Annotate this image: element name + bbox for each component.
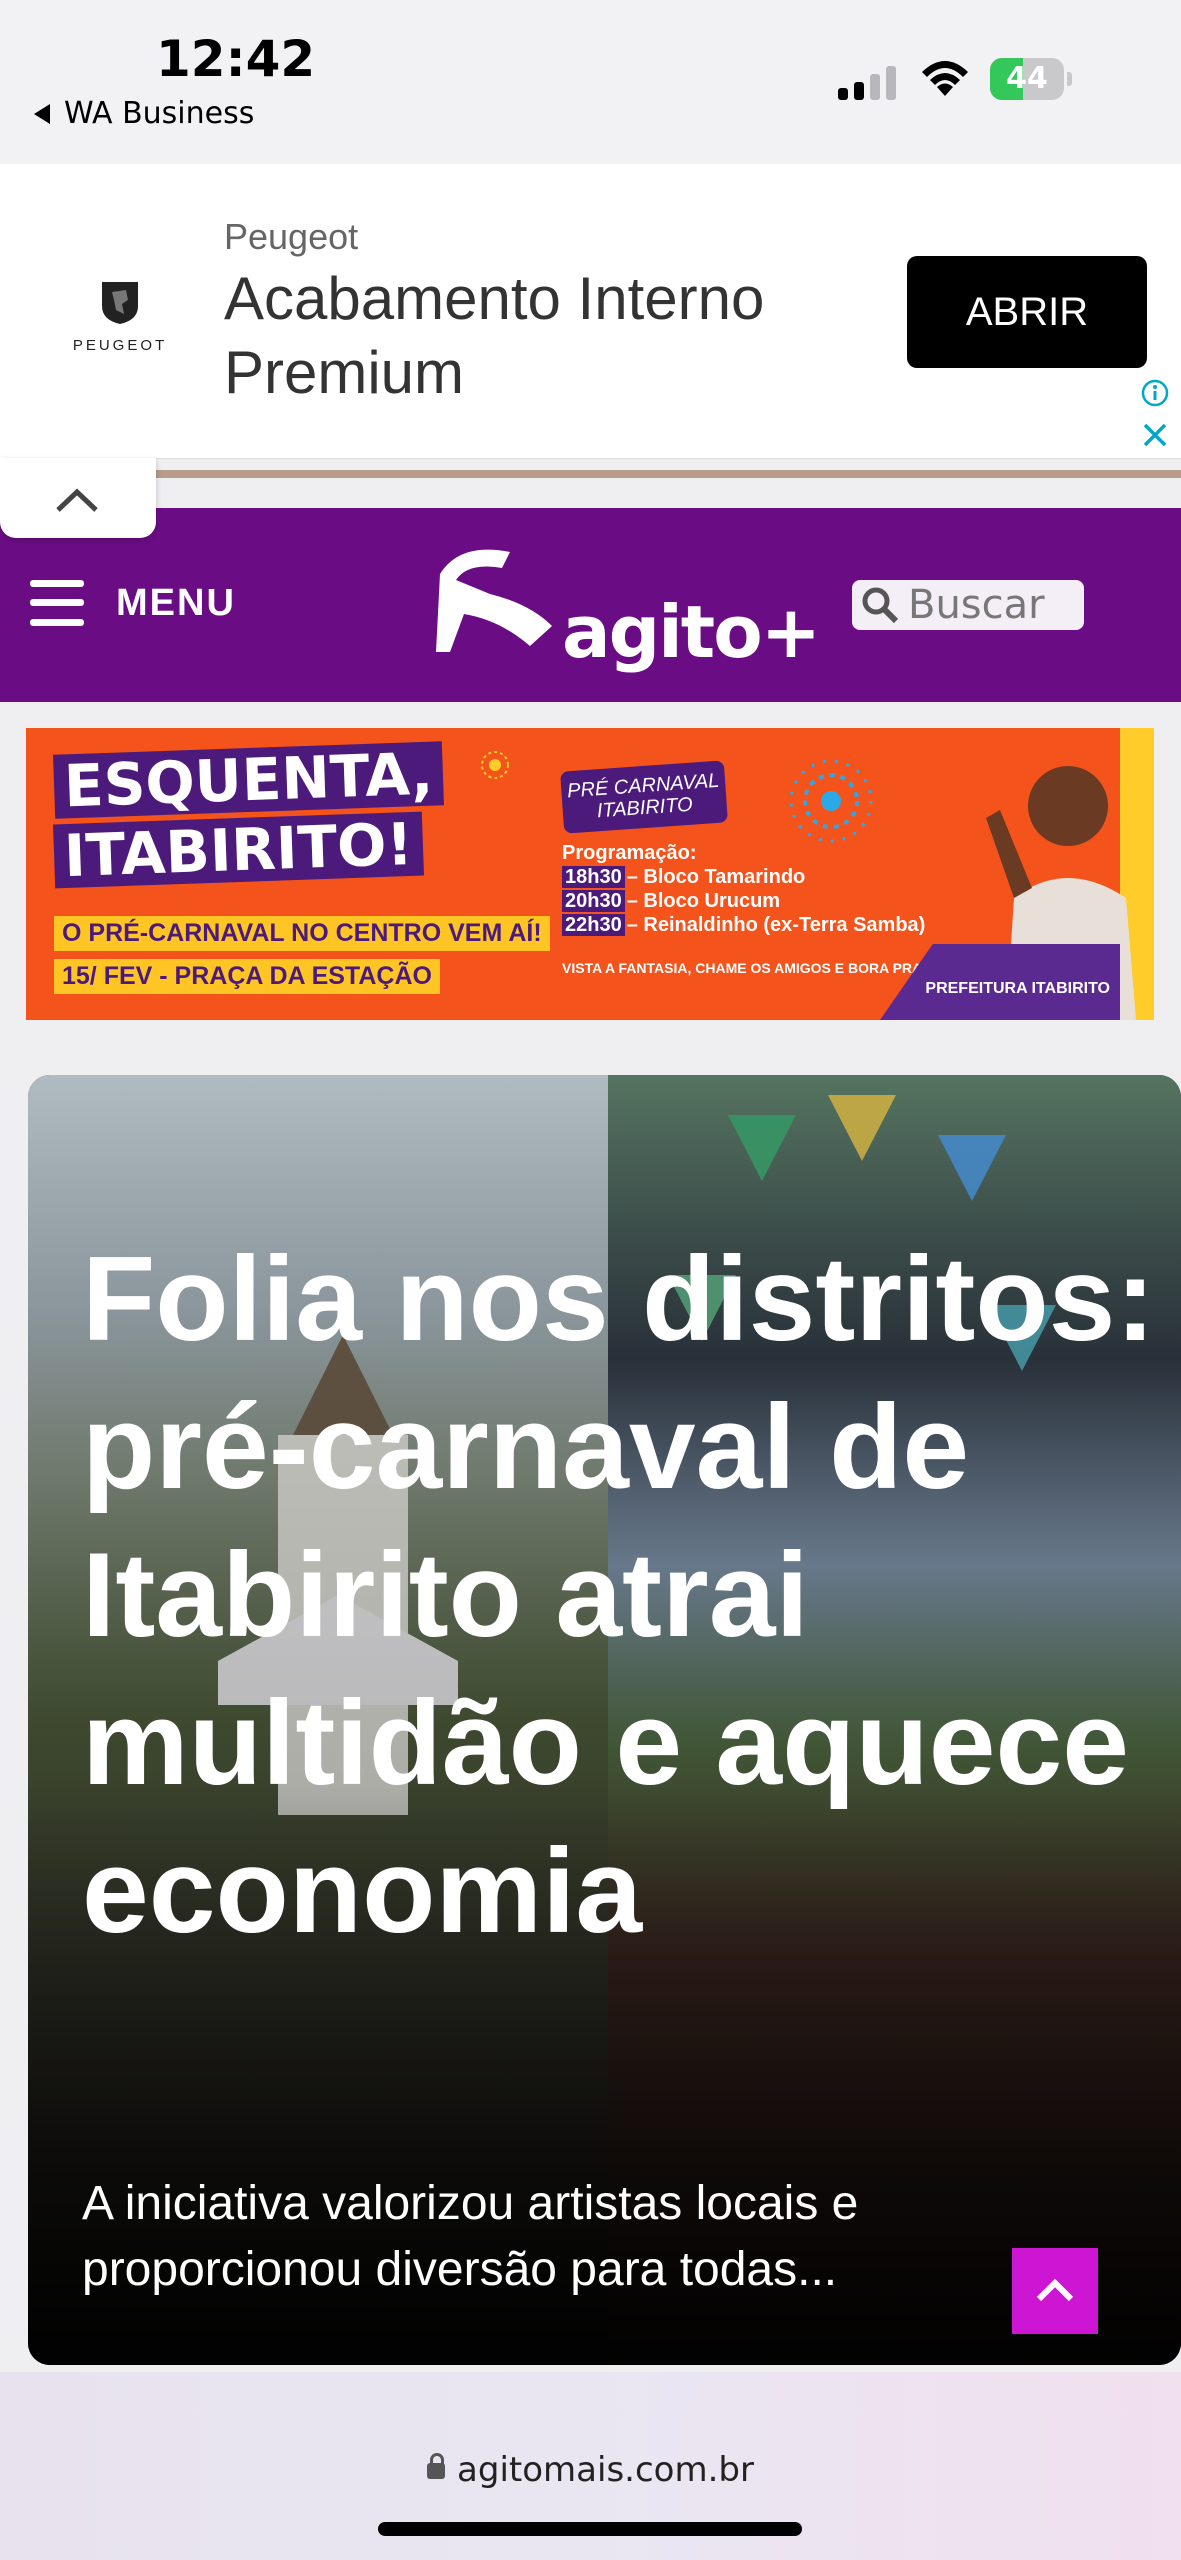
wifi-icon <box>922 61 968 96</box>
ad-info-icon[interactable] <box>1140 378 1170 408</box>
cellular-signal-icon <box>838 60 896 100</box>
firework-icon <box>481 751 509 779</box>
scroll-to-top-button[interactable] <box>1012 2248 1098 2334</box>
pre-carnaval-badge: PRÉ CARNAVAL ITABIRITO <box>560 760 728 834</box>
chevron-up-icon <box>56 488 98 512</box>
ad-divider <box>156 470 1181 478</box>
collapse-ad-handle[interactable] <box>0 458 156 538</box>
banner-footer: VISTA A FANTASIA, CHAME OS AMIGOS E BORA… <box>562 960 973 976</box>
url-display[interactable]: agitomais.com.br <box>0 2450 1181 2490</box>
home-indicator[interactable] <box>378 2522 802 2536</box>
hamburger-icon <box>30 580 84 626</box>
back-to-app-link[interactable]: WA Business <box>34 96 254 131</box>
battery-icon: 44 <box>990 58 1072 100</box>
ad-close-icon[interactable] <box>1140 420 1170 450</box>
confetti-burst-icon <box>789 759 873 843</box>
peugeot-logo: PEUGEOT <box>62 278 178 354</box>
menu-label: MENU <box>116 581 236 624</box>
banner-program: Programação: 18h30– Bloco Tamarindo 20h3… <box>562 842 926 936</box>
chevron-up-icon <box>1036 2278 1074 2302</box>
article-title[interactable]: Folia nos distritos: pré-carnaval de Ita… <box>82 1225 1162 1965</box>
featured-article[interactable]: Folia nos distritos: pré-carnaval de Ita… <box>28 1075 1181 2365</box>
search-placeholder: Buscar <box>908 582 1045 628</box>
battery-percent: 44 <box>1006 61 1048 96</box>
ad-brand: Peugeot <box>224 216 359 257</box>
back-arrow-icon <box>34 103 50 124</box>
prefeitura-logo: PREFEITURA ITABIRITO <box>925 980 1110 997</box>
back-app-label: WA Business <box>64 96 255 131</box>
lion-shield-icon <box>102 282 138 324</box>
banner-subtitle: O PRÉ-CARNAVAL NO CENTRO VEM AÍ! 15/ FEV… <box>54 916 550 1002</box>
article-excerpt: A iniciativa valorizou artistas locais e… <box>82 2177 859 2296</box>
clock: 12:42 <box>156 30 316 88</box>
menu-button[interactable]: MENU <box>30 580 236 626</box>
advertisement[interactable]: PEUGEOT Peugeot Acabamento Interno Premi… <box>0 164 1181 459</box>
search-box[interactable]: Buscar <box>852 580 1084 630</box>
site-header: MENU agito+ Buscar <box>0 508 1181 702</box>
ad-title[interactable]: Acabamento Interno Premium <box>224 262 884 410</box>
ad-open-button[interactable]: ABRIR <box>907 256 1147 368</box>
site-logo[interactable]: agito+ <box>420 534 821 674</box>
promo-banner[interactable]: ESQUENTA, ITABIRITO! O PRÉ-CARNAVAL NO C… <box>26 728 1154 1020</box>
lock-icon <box>427 2453 446 2479</box>
banner-title: ESQUENTA, ITABIRITO! <box>52 740 454 890</box>
status-bar: 12:42 WA Business 44 <box>0 0 1181 164</box>
logo-mark-icon <box>436 549 552 652</box>
search-icon <box>862 587 899 624</box>
